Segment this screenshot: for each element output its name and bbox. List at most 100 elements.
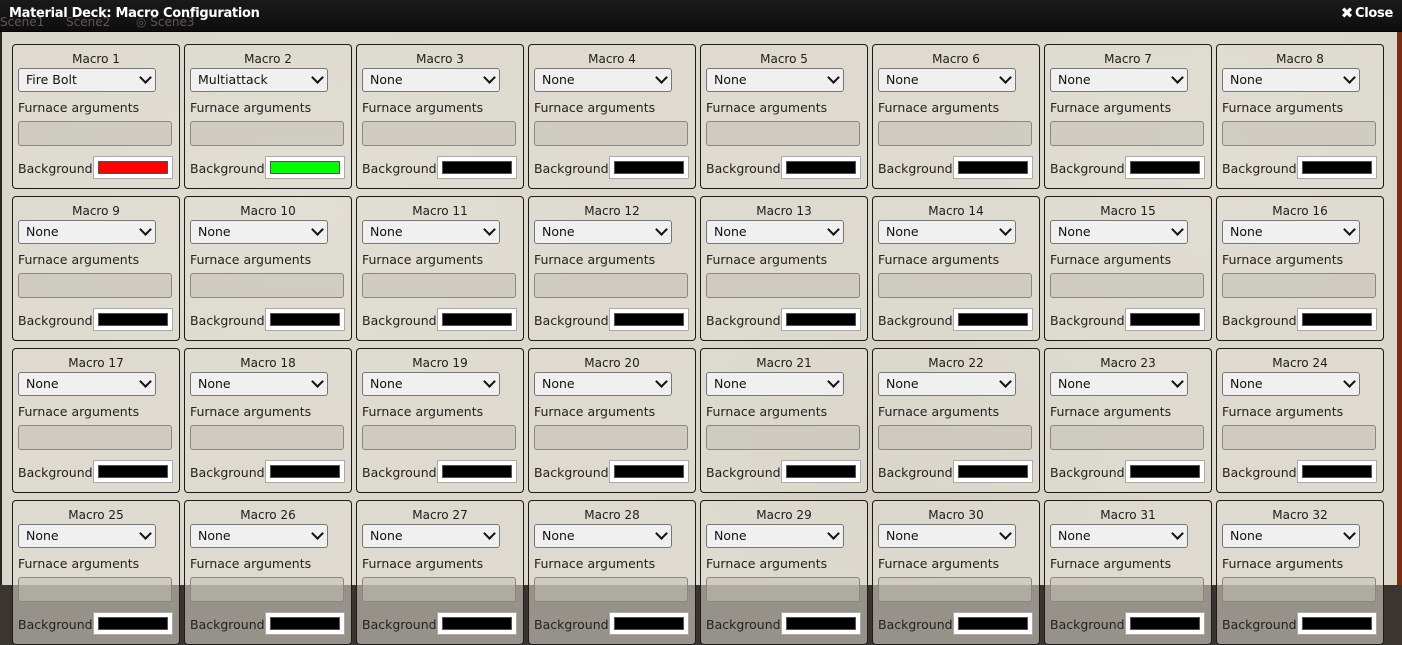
macro-select[interactable]: Fire Bolt <box>18 68 156 92</box>
macro-select[interactable]: None <box>706 524 844 548</box>
macro-select[interactable]: None <box>190 220 328 244</box>
background-color-picker[interactable] <box>93 612 173 635</box>
macro-select[interactable]: None <box>18 372 156 396</box>
background-color-picker[interactable] <box>953 460 1033 483</box>
furnace-arguments-input[interactable] <box>534 425 688 450</box>
macro-select[interactable]: None <box>1222 372 1360 396</box>
macro-select[interactable]: None <box>1050 68 1188 92</box>
background-color-picker[interactable] <box>93 460 173 483</box>
background-color-picker[interactable] <box>437 308 517 331</box>
scrollbar[interactable] <box>1397 32 1402 585</box>
furnace-arguments-input[interactable] <box>706 425 860 450</box>
background-color-picker[interactable] <box>1125 308 1205 331</box>
background-color-picker[interactable] <box>781 156 861 179</box>
macro-select[interactable]: None <box>18 524 156 548</box>
furnace-arguments-input[interactable] <box>190 425 344 450</box>
background-color-picker[interactable] <box>265 612 345 635</box>
macro-select[interactable]: None <box>878 68 1016 92</box>
background-color-picker[interactable] <box>609 308 689 331</box>
furnace-arguments-input[interactable] <box>190 273 344 298</box>
background-color-picker[interactable] <box>781 612 861 635</box>
furnace-arguments-input[interactable] <box>1222 273 1376 298</box>
furnace-arguments-input[interactable] <box>18 577 172 602</box>
background-color-picker[interactable] <box>609 460 689 483</box>
macro-select[interactable]: None <box>534 220 672 244</box>
furnace-arguments-input[interactable] <box>878 425 1032 450</box>
background-color-picker[interactable] <box>609 612 689 635</box>
close-button[interactable]: ✖ Close <box>1341 6 1394 22</box>
macro-select[interactable]: None <box>190 372 328 396</box>
macro-select[interactable]: None <box>362 524 500 548</box>
furnace-arguments-input[interactable] <box>534 577 688 602</box>
background-color-picker[interactable] <box>93 156 173 179</box>
macro-select[interactable]: Multiattack <box>190 68 328 92</box>
furnace-arguments-input[interactable] <box>362 577 516 602</box>
background-color-picker[interactable] <box>953 308 1033 331</box>
furnace-arguments-input[interactable] <box>878 273 1032 298</box>
background-color-picker[interactable] <box>953 156 1033 179</box>
macro-select[interactable]: None <box>878 524 1016 548</box>
macro-select[interactable]: None <box>362 220 500 244</box>
furnace-arguments-input[interactable] <box>18 425 172 450</box>
furnace-arguments-input[interactable] <box>1222 577 1376 602</box>
background-color-picker[interactable] <box>609 156 689 179</box>
furnace-arguments-input[interactable] <box>1050 273 1204 298</box>
furnace-arguments-input[interactable] <box>18 273 172 298</box>
furnace-arguments-input[interactable] <box>1222 121 1376 146</box>
background-color-picker[interactable] <box>437 612 517 635</box>
window-titlebar[interactable]: Scene1 Scene2 ◎ Scene3 Material Deck: Ma… <box>0 0 1402 32</box>
background-color-picker[interactable] <box>93 308 173 331</box>
macro-select[interactable]: None <box>534 372 672 396</box>
furnace-arguments-input[interactable] <box>1050 425 1204 450</box>
background-color-picker[interactable] <box>1125 156 1205 179</box>
background-color-picker[interactable] <box>781 308 861 331</box>
background-color-picker[interactable] <box>1125 612 1205 635</box>
macro-select[interactable]: None <box>1050 372 1188 396</box>
background-color-picker[interactable] <box>1297 308 1377 331</box>
macro-select[interactable]: None <box>534 68 672 92</box>
background-color-picker[interactable] <box>781 460 861 483</box>
macro-select[interactable]: None <box>18 220 156 244</box>
furnace-arguments-input[interactable] <box>1050 121 1204 146</box>
macro-select[interactable]: None <box>1222 524 1360 548</box>
furnace-arguments-input[interactable] <box>362 121 516 146</box>
macro-select[interactable]: None <box>534 524 672 548</box>
macro-select[interactable]: None <box>1050 220 1188 244</box>
furnace-arguments-input[interactable] <box>18 121 172 146</box>
furnace-arguments-input[interactable] <box>534 121 688 146</box>
background-color-picker[interactable] <box>1297 612 1377 635</box>
macro-select[interactable]: None <box>706 372 844 396</box>
macro-select[interactable]: None <box>878 372 1016 396</box>
furnace-arguments-input[interactable] <box>362 425 516 450</box>
furnace-arguments-input[interactable] <box>534 273 688 298</box>
macro-select[interactable]: None <box>1050 524 1188 548</box>
macro-select[interactable]: None <box>1222 68 1360 92</box>
background-color-picker[interactable] <box>1297 460 1377 483</box>
furnace-arguments-input[interactable] <box>190 577 344 602</box>
background-color-picker[interactable] <box>1125 460 1205 483</box>
furnace-arguments-input[interactable] <box>878 577 1032 602</box>
furnace-arguments-input[interactable] <box>706 577 860 602</box>
background-color-picker[interactable] <box>265 460 345 483</box>
furnace-arguments-input[interactable] <box>190 121 344 146</box>
furnace-arguments-input[interactable] <box>1050 577 1204 602</box>
background-color-picker[interactable] <box>265 308 345 331</box>
furnace-arguments-input[interactable] <box>878 121 1032 146</box>
background-color-picker[interactable] <box>437 156 517 179</box>
furnace-arguments-input[interactable] <box>1222 425 1376 450</box>
furnace-arguments-label: Furnace arguments <box>1222 556 1344 571</box>
macro-select[interactable]: None <box>190 524 328 548</box>
background-color-picker[interactable] <box>1297 156 1377 179</box>
background-color-picker[interactable] <box>265 156 345 179</box>
macro-select[interactable]: None <box>362 68 500 92</box>
furnace-arguments-input[interactable] <box>362 273 516 298</box>
furnace-arguments-input[interactable] <box>706 121 860 146</box>
macro-select[interactable]: None <box>1222 220 1360 244</box>
background-color-picker[interactable] <box>437 460 517 483</box>
background-color-picker[interactable] <box>953 612 1033 635</box>
furnace-arguments-input[interactable] <box>706 273 860 298</box>
macro-select[interactable]: None <box>878 220 1016 244</box>
macro-select[interactable]: None <box>362 372 500 396</box>
macro-select[interactable]: None <box>706 220 844 244</box>
macro-select[interactable]: None <box>706 68 844 92</box>
